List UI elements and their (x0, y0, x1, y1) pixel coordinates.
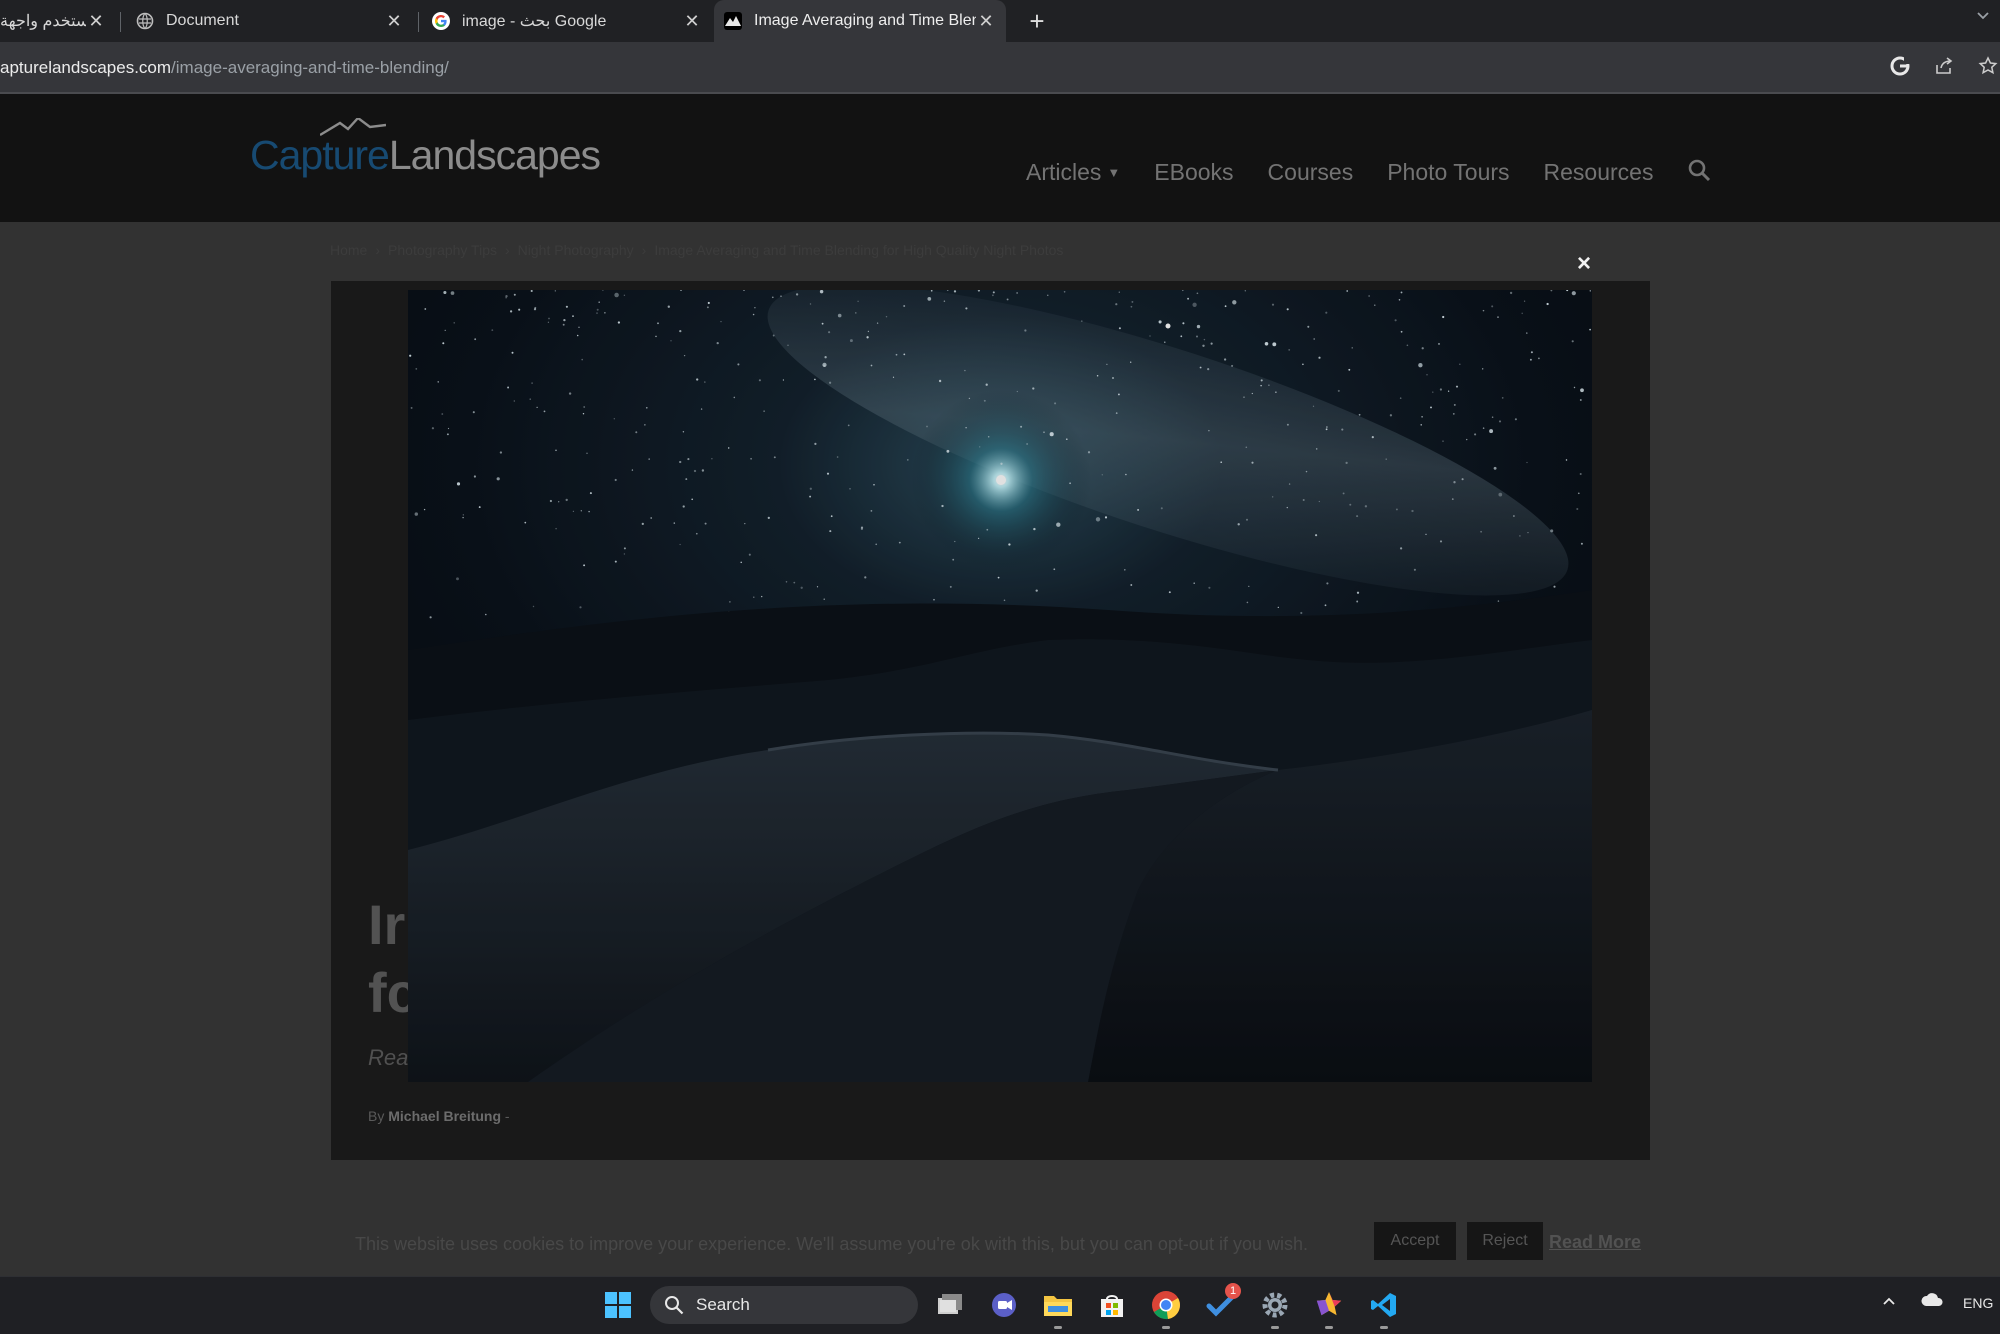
lightbox-image[interactable] (408, 290, 1592, 1082)
language-indicator[interactable]: ENG (1963, 1295, 1993, 1311)
tab-close-icon[interactable]: ✕ (86, 11, 106, 32)
address-bar-actions (1888, 54, 2000, 78)
nav-label: Articles (1026, 159, 1102, 185)
vscode-icon[interactable] (1368, 1289, 1400, 1329)
running-indicator (1380, 1326, 1388, 1329)
notification-badge: 1 (1225, 1283, 1241, 1299)
settings-gear-icon[interactable] (1259, 1289, 1291, 1329)
lightbox-close-button[interactable]: × (1572, 252, 1596, 276)
tab-label: استخدم واجهة (0, 13, 86, 30)
read-more-link[interactable]: Read More (1549, 1232, 1641, 1253)
globe-icon (136, 12, 154, 30)
nav-label: Courses (1267, 159, 1354, 185)
tab-separator (120, 12, 121, 32)
breadcrumb-photography-tips[interactable]: Photography Tips (388, 242, 497, 258)
onedrive-cloud-icon[interactable] (1920, 1293, 1944, 1310)
tab-google[interactable]: image - بحث Google ✕ (422, 0, 712, 42)
chrome-icon[interactable] (1150, 1289, 1182, 1329)
tab-close-icon[interactable]: ✕ (384, 11, 404, 32)
running-indicator (1162, 1326, 1170, 1329)
tab-label: Image Averaging and Time Blen (754, 12, 976, 29)
new-tab-button[interactable]: + (1022, 6, 1052, 36)
nav-resources[interactable]: Resources (1544, 159, 1654, 186)
running-indicator (1271, 1326, 1279, 1329)
site-logo[interactable]: CaptureLandscapes (250, 118, 601, 179)
taskbar-search-box[interactable]: Search (650, 1286, 918, 1324)
accept-button[interactable]: Accept (1374, 1222, 1456, 1260)
taskbar-search-label: Search (696, 1295, 750, 1314)
capture-landscapes-favicon (724, 12, 742, 30)
browser-tab-bar: استخدم واجهة ✕ Document ✕ image - بحث Go… (0, 0, 2000, 42)
tab-close-icon[interactable]: ✕ (976, 11, 996, 32)
share-icon[interactable] (1932, 54, 1956, 78)
tab-search-chevron-icon[interactable] (1976, 8, 1990, 24)
breadcrumb: Home › Photography Tips › Night Photography ›… (330, 242, 1064, 258)
nav-courses[interactable]: Courses (1268, 159, 1354, 186)
search-icon (665, 1296, 684, 1315)
nav-articles[interactable]: Articles ▼ (1026, 159, 1120, 186)
url-path: /image-averaging-and-time-blending/ (171, 58, 449, 77)
cookie-banner: This website uses cookies to improve you… (0, 1222, 2000, 1266)
google-icon (432, 12, 450, 30)
file-explorer-icon[interactable] (1042, 1289, 1074, 1329)
article-hero: Ir fc Rea By Michael Breitung - (331, 281, 1650, 1160)
mountain-logo-icon (320, 118, 386, 136)
tray-overflow-chevron-icon[interactable] (1882, 1293, 1896, 1309)
url-host: apturelandscapes.com (0, 58, 172, 77)
site-header: CaptureLandscapes Articles ▼ EBooks Cours… (0, 94, 2000, 222)
starred-app-icon[interactable] (1313, 1289, 1345, 1329)
breadcrumb-current: Image Averaging and Time Blending for Hi… (654, 242, 1064, 258)
breadcrumb-home[interactable]: Home (330, 242, 367, 258)
microsoft-store-icon[interactable] (1096, 1289, 1128, 1321)
reject-button[interactable]: Reject (1467, 1222, 1543, 1260)
tab-document[interactable]: Document ✕ (126, 0, 414, 42)
article-byline: By Michael Breitung - (368, 1108, 510, 1124)
bookmark-star-icon[interactable] (1976, 54, 2000, 78)
page-overlay[interactable]: Home › Photography Tips › Night Photography ›… (0, 222, 2000, 1276)
running-indicator (1054, 1326, 1062, 1329)
article-subtitle: Rea (368, 1045, 409, 1070)
tab-label: image - بحث Google (462, 13, 607, 30)
breadcrumb-night-photography[interactable]: Night Photography (518, 242, 634, 258)
windows-start-icon[interactable] (602, 1289, 634, 1321)
logo-capture: Capture (250, 132, 390, 178)
logo-landscapes: Landscapes (388, 132, 601, 178)
tab-arabic[interactable]: استخدم واجهة ✕ (0, 0, 116, 42)
main-nav: Articles ▼ EBooks Courses Photo Tours Res… (1026, 158, 1711, 187)
address-bar: apturelandscapes.com/image-averaging-and… (0, 42, 2000, 92)
url-field[interactable]: apturelandscapes.com/image-averaging-and… (0, 58, 449, 78)
author-link[interactable]: Michael Breitung (388, 1108, 501, 1124)
search-icon[interactable] (1687, 158, 1711, 187)
running-indicator (1325, 1326, 1333, 1329)
google-lens-icon[interactable] (1888, 54, 1912, 78)
windows-taskbar: Search 1 ENG (0, 1276, 2000, 1334)
night-desert-dunes-image (408, 290, 1592, 1082)
cookie-text: This website uses cookies to improve you… (355, 1234, 1308, 1254)
nav-photo-tours[interactable]: Photo Tours (1387, 159, 1509, 186)
nav-label: Photo Tours (1387, 159, 1510, 185)
tab-separator (418, 12, 419, 32)
nav-label: Resources (1543, 159, 1654, 185)
chevron-down-icon: ▼ (1107, 165, 1121, 180)
todo-icon[interactable]: 1 (1205, 1283, 1241, 1321)
task-view-icon[interactable] (934, 1289, 966, 1321)
nav-label: EBooks (1154, 159, 1234, 185)
tab-close-icon[interactable]: ✕ (682, 11, 702, 32)
teams-chat-icon[interactable] (988, 1289, 1020, 1321)
tab-label: Document (166, 12, 239, 29)
tab-image-averaging[interactable]: Image Averaging and Time Blen ✕ (714, 0, 1006, 42)
nav-ebooks[interactable]: EBooks (1154, 159, 1233, 186)
